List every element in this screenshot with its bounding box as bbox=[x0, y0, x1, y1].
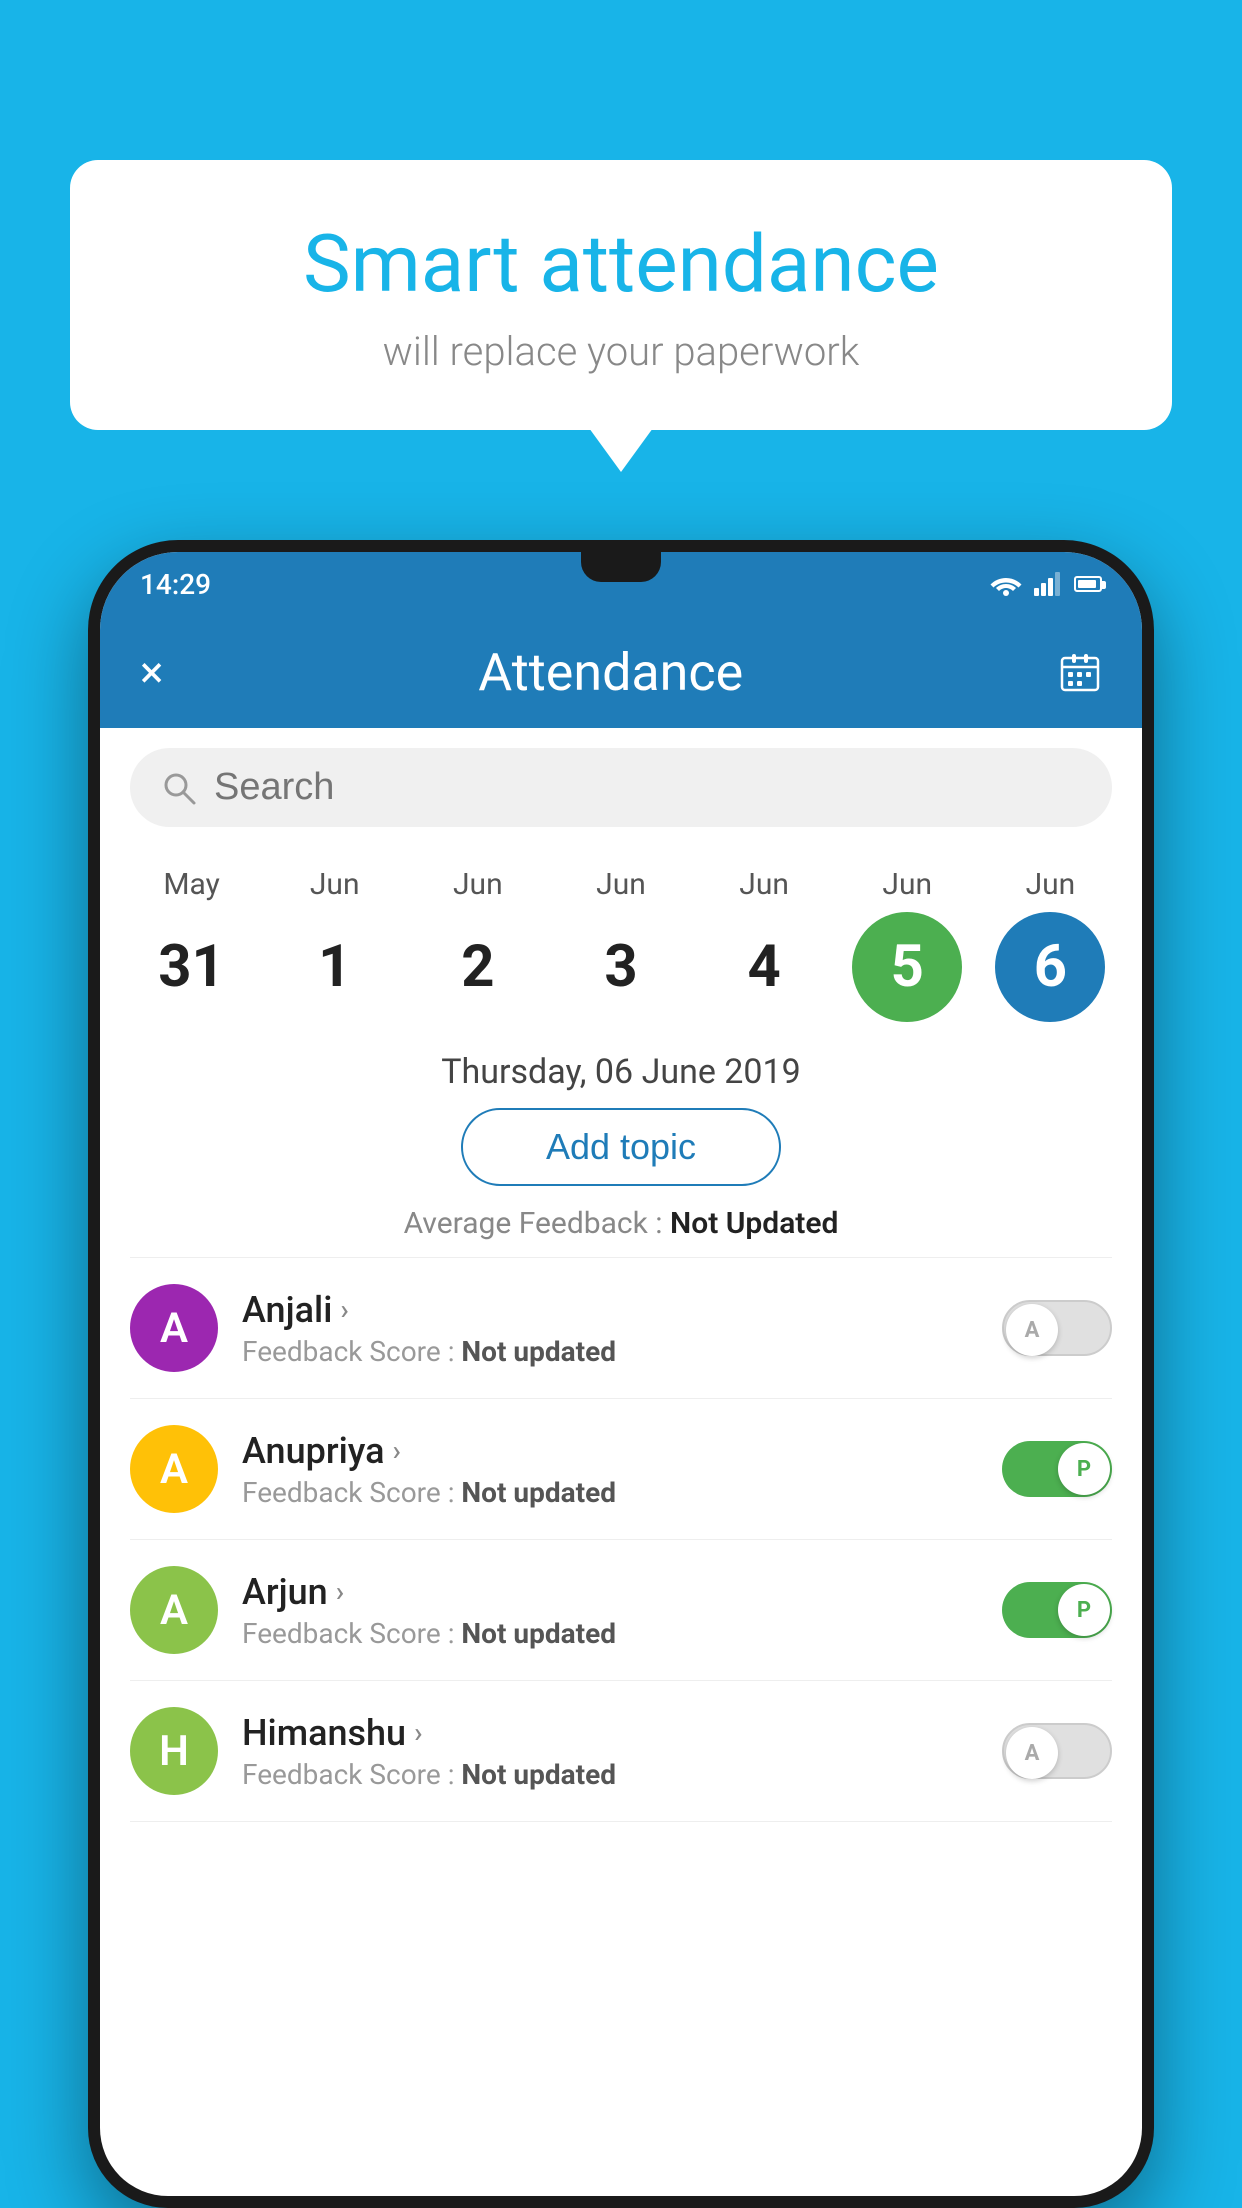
student-row[interactable]: H Himanshu › Feedback Score : Not updated A bbox=[100, 1681, 1142, 1821]
chevron-icon: › bbox=[393, 1434, 401, 1467]
speech-bubble: Smart attendance will replace your paper… bbox=[70, 160, 1172, 430]
student-row[interactable]: A Anjali › Feedback Score : Not updated A bbox=[100, 1258, 1142, 1398]
attendance-toggle[interactable]: A bbox=[1002, 1723, 1112, 1779]
status-icons bbox=[990, 572, 1102, 596]
day-month: Jun bbox=[739, 867, 789, 902]
toggle-knob: A bbox=[1006, 1304, 1058, 1356]
day-number: 5 bbox=[852, 912, 962, 1022]
chevron-icon: › bbox=[414, 1716, 422, 1749]
speech-bubble-container: Smart attendance will replace your paper… bbox=[70, 160, 1172, 430]
calendar-day[interactable]: May 31 bbox=[127, 867, 257, 1022]
battery-icon bbox=[1074, 576, 1102, 592]
close-button[interactable]: × bbox=[140, 646, 163, 698]
day-number: 3 bbox=[566, 912, 676, 1022]
bubble-subtitle: will replace your paperwork bbox=[140, 328, 1102, 375]
day-month: Jun bbox=[596, 867, 646, 902]
day-month: Jun bbox=[310, 867, 360, 902]
status-time: 14:29 bbox=[140, 568, 211, 601]
search-input[interactable] bbox=[214, 766, 1082, 809]
calendar-icon[interactable] bbox=[1058, 650, 1102, 694]
day-number: 6 bbox=[995, 912, 1105, 1022]
day-number: 4 bbox=[709, 912, 819, 1022]
student-avatar: H bbox=[130, 1707, 218, 1795]
day-month: Jun bbox=[882, 867, 932, 902]
student-name: Himanshu › bbox=[242, 1712, 978, 1754]
day-number: 2 bbox=[423, 912, 533, 1022]
feedback-avg-label: Average Feedback : bbox=[404, 1206, 670, 1241]
student-info: Himanshu › Feedback Score : Not updated bbox=[242, 1712, 978, 1791]
student-row[interactable]: A Arjun › Feedback Score : Not updated P bbox=[100, 1540, 1142, 1680]
calendar-day[interactable]: Jun 6 bbox=[985, 867, 1115, 1022]
student-info: Anupriya › Feedback Score : Not updated bbox=[242, 1430, 978, 1509]
day-month: May bbox=[163, 867, 219, 902]
student-avatar: A bbox=[130, 1566, 218, 1654]
feedback-avg-value: Not Updated bbox=[670, 1206, 838, 1241]
student-info: Arjun › Feedback Score : Not updated bbox=[242, 1571, 978, 1650]
day-number: 31 bbox=[137, 912, 247, 1022]
toggle-knob: P bbox=[1058, 1584, 1110, 1636]
attendance-toggle[interactable]: P bbox=[1002, 1582, 1112, 1638]
chevron-icon: › bbox=[340, 1293, 348, 1326]
student-avatar: A bbox=[130, 1284, 218, 1372]
selected-date: Thursday, 06 June 2019 bbox=[100, 1032, 1142, 1108]
search-icon bbox=[160, 769, 198, 807]
calendar-day[interactable]: Jun 3 bbox=[556, 867, 686, 1022]
wifi-icon bbox=[990, 572, 1022, 596]
student-feedback: Feedback Score : Not updated bbox=[242, 1476, 978, 1509]
calendar-day[interactable]: Jun 5 bbox=[842, 867, 972, 1022]
student-info: Anjali › Feedback Score : Not updated bbox=[242, 1289, 978, 1368]
student-name: Arjun › bbox=[242, 1571, 978, 1613]
calendar-day[interactable]: Jun 4 bbox=[699, 867, 829, 1022]
attendance-toggle[interactable]: A bbox=[1002, 1300, 1112, 1356]
phone-inner: 14:29 × A bbox=[100, 552, 1142, 2196]
calendar-day[interactable]: Jun 2 bbox=[413, 867, 543, 1022]
app-bar-title: Attendance bbox=[478, 642, 743, 703]
calendar-day[interactable]: Jun 1 bbox=[270, 867, 400, 1022]
student-feedback: Feedback Score : Not updated bbox=[242, 1335, 978, 1368]
feedback-avg: Average Feedback : Not Updated bbox=[100, 1206, 1142, 1241]
student-feedback: Feedback Score : Not updated bbox=[242, 1758, 978, 1791]
signal-icon bbox=[1034, 572, 1062, 596]
day-month: Jun bbox=[1026, 867, 1076, 902]
student-avatar: A bbox=[130, 1425, 218, 1513]
add-topic-button[interactable]: Add topic bbox=[461, 1108, 781, 1186]
phone-frame: 14:29 × A bbox=[88, 540, 1154, 2208]
student-name: Anupriya › bbox=[242, 1430, 978, 1472]
search-container bbox=[130, 748, 1112, 827]
notch bbox=[581, 552, 661, 582]
toggle-knob: P bbox=[1058, 1443, 1110, 1495]
toggle-knob: A bbox=[1006, 1727, 1058, 1779]
student-name: Anjali › bbox=[242, 1289, 978, 1331]
app-bar: × Attendance bbox=[100, 616, 1142, 728]
chevron-icon: › bbox=[336, 1575, 344, 1608]
status-bar: 14:29 bbox=[100, 552, 1142, 616]
bubble-title: Smart attendance bbox=[140, 220, 1102, 308]
row-divider bbox=[130, 1821, 1112, 1822]
calendar-strip: May 31 Jun 1 Jun 2 Jun 3 Jun 4 Jun 5 Jun 6 bbox=[100, 847, 1142, 1032]
day-number: 1 bbox=[280, 912, 390, 1022]
day-month: Jun bbox=[453, 867, 503, 902]
students-list: AAnjali ›Feedback Score : Not updatedAAA… bbox=[100, 1258, 1142, 1822]
student-row[interactable]: A Anupriya › Feedback Score : Not updated P bbox=[100, 1399, 1142, 1539]
attendance-toggle[interactable]: P bbox=[1002, 1441, 1112, 1497]
student-feedback: Feedback Score : Not updated bbox=[242, 1617, 978, 1650]
